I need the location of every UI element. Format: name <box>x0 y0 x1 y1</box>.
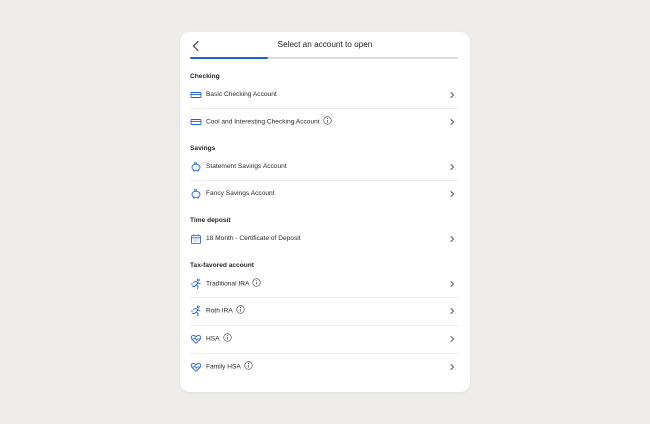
section-title-time-deposit: Time deposit <box>190 217 231 224</box>
header: Select an account to open <box>180 32 470 60</box>
list-item-family-hsa[interactable]: Family HSA <box>180 357 470 377</box>
divider <box>190 297 458 298</box>
item-label: Statement Savings Account <box>206 163 287 170</box>
item-label: HSA <box>206 335 220 343</box>
info-icon[interactable] <box>252 278 261 287</box>
page-title: Select an account to open <box>277 40 373 49</box>
chevron-right-icon <box>450 236 454 242</box>
progress-bar <box>190 57 458 59</box>
list-item-certificate-of-deposit[interactable]: 18 Month - Certificate of Deposit <box>180 229 470 249</box>
info-icon[interactable] <box>236 305 245 314</box>
account-selection-card: Select an account to open Checking Basic… <box>180 32 470 392</box>
info-icon[interactable] <box>222 333 232 342</box>
divider <box>190 353 458 354</box>
item-label: 18 Month - Certificate of Deposit <box>206 235 301 242</box>
chevron-right-icon <box>450 364 454 370</box>
progress-fill <box>190 57 268 59</box>
list-item-basic-checking[interactable]: Basic Checking Account <box>180 85 470 105</box>
item-label: Traditional IRA <box>206 280 250 288</box>
info-icon[interactable] <box>323 116 332 125</box>
section-title-checking: Checking <box>190 73 220 80</box>
divider <box>190 325 458 326</box>
item-label: Fancy Savings Account <box>206 190 275 197</box>
chevron-right-icon <box>450 336 454 342</box>
info-icon[interactable] <box>244 361 253 370</box>
chevron-right-icon <box>450 119 454 125</box>
list-item-hsa[interactable]: HSA <box>180 329 470 349</box>
heart-pulse-icon <box>190 362 202 372</box>
section-title-savings: Savings <box>190 145 216 152</box>
list-item-cool-checking[interactable]: Cool and Interesting Checking Account <box>180 112 470 132</box>
calendar-icon <box>191 234 201 244</box>
chevron-right-icon <box>450 164 454 170</box>
list-item-traditional-ira[interactable]: Traditional IRA <box>180 274 470 294</box>
piggy-bank-icon <box>191 188 201 199</box>
divider <box>190 108 458 109</box>
runner-icon <box>190 305 201 317</box>
chevron-right-icon <box>450 191 454 197</box>
item-label: Roth IRA <box>206 307 233 315</box>
list-item-roth-ira[interactable]: Roth IRA <box>180 301 470 321</box>
item-label: Family HSA <box>206 363 241 371</box>
chevron-right-icon <box>450 308 454 314</box>
runner-icon <box>190 278 201 290</box>
heart-pulse-icon <box>190 334 202 344</box>
card-icon <box>190 119 202 125</box>
item-label: Cool and Interesting Checking Account <box>206 118 320 126</box>
list-item-statement-savings[interactable]: Statement Savings Account <box>180 157 470 177</box>
chevron-right-icon <box>450 281 454 287</box>
item-label: Basic Checking Account <box>206 91 277 98</box>
piggy-bank-icon <box>191 161 201 172</box>
card-icon <box>190 92 202 98</box>
list-item-fancy-savings[interactable]: Fancy Savings Account <box>180 184 470 204</box>
divider <box>190 180 458 181</box>
section-title-tax-favored: Tax-favored account <box>190 262 254 269</box>
chevron-right-icon <box>450 92 454 98</box>
